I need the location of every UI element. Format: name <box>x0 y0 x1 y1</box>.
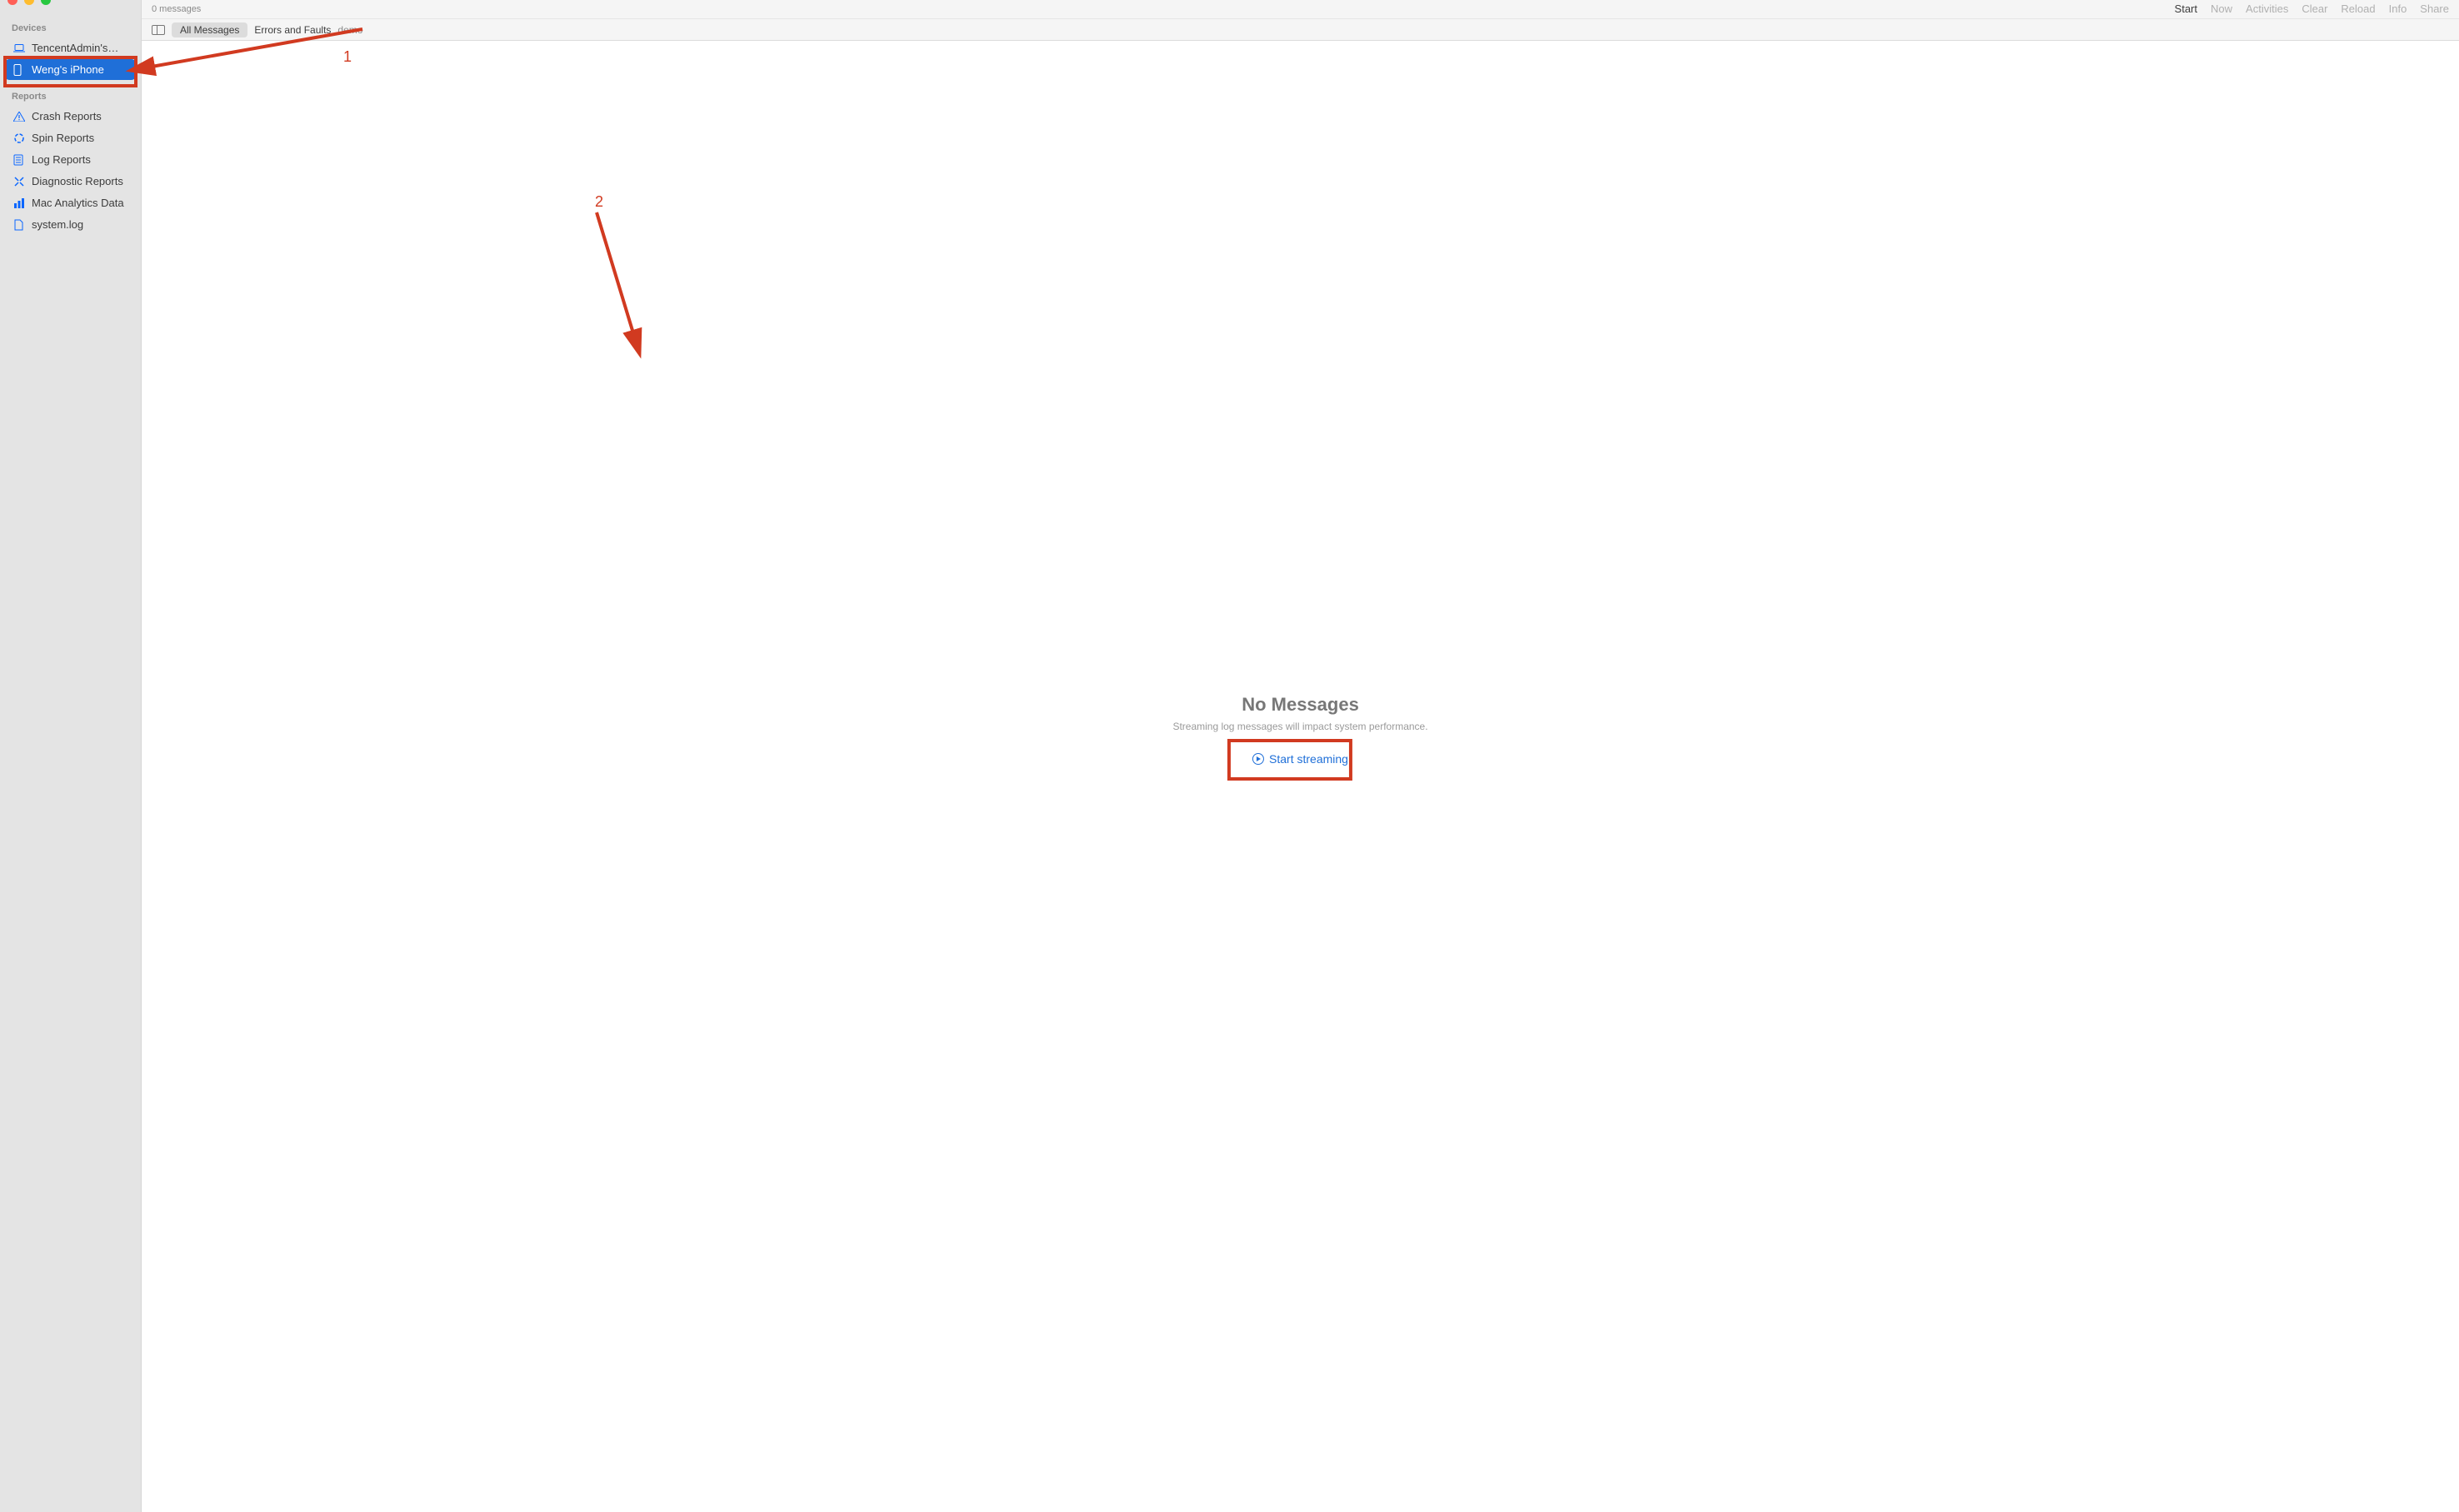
filter-bar: All Messages Errors and Faults demo <box>142 18 2459 41</box>
sidebar-item-label: Crash Reports <box>32 110 102 122</box>
titlebar: 0 messages Start Now Activities Clear Re… <box>142 0 2459 18</box>
toolbar-share-button[interactable]: Share <box>2420 2 2449 15</box>
sidebar: Devices TencentAdmin's… Weng's iPhone Re… <box>0 0 142 1512</box>
message-count-label: 0 messages <box>152 4 201 14</box>
sidebar-item-label: Diagnostic Reports <box>32 175 123 187</box>
sidebar-item-spin-reports[interactable]: Spin Reports <box>5 127 136 148</box>
toolbar-reload-button[interactable]: Reload <box>2341 2 2375 15</box>
empty-title: No Messages <box>1172 694 1427 716</box>
toolbar-clear-button[interactable]: Clear <box>2302 2 2327 15</box>
sidebar-item-mac-analytics[interactable]: Mac Analytics Data <box>5 192 136 213</box>
spinner-icon <box>13 132 25 144</box>
play-icon <box>1252 753 1264 765</box>
toolbar-activities-button[interactable]: Activities <box>2246 2 2288 15</box>
bars-icon <box>13 198 25 208</box>
content-empty-area: No Messages Streaming log messages will … <box>142 41 2459 1512</box>
sidebar-toggle-icon[interactable] <box>152 25 165 35</box>
sidebar-section-devices: Devices <box>0 18 141 37</box>
window-zoom-button[interactable] <box>41 0 51 5</box>
sidebar-item-label: system.log <box>32 218 83 231</box>
sidebar-item-label: Log Reports <box>32 153 91 166</box>
laptop-icon <box>13 44 25 52</box>
sidebar-item-diagnostic-reports[interactable]: Diagnostic Reports <box>5 171 136 192</box>
window-close-button[interactable] <box>7 0 17 5</box>
sidebar-item-crash-reports[interactable]: Crash Reports <box>5 106 136 127</box>
empty-subtitle: Streaming log messages will impact syste… <box>1172 721 1427 732</box>
search-text[interactable]: demo <box>337 24 362 36</box>
log-icon <box>13 154 25 166</box>
filter-errors-and-faults[interactable]: Errors and Faults <box>254 24 331 36</box>
sidebar-item-label: Spin Reports <box>32 132 94 144</box>
sidebar-item-log-reports[interactable]: Log Reports <box>5 149 136 170</box>
filter-all-messages[interactable]: All Messages <box>172 22 247 37</box>
sidebar-item-system-log[interactable]: system.log <box>5 214 136 235</box>
tools-icon <box>13 176 25 187</box>
sidebar-item-label: TencentAdmin's… <box>32 42 118 54</box>
window-minimize-button[interactable] <box>24 0 34 5</box>
toolbar-start-button[interactable]: Start <box>2175 2 2197 15</box>
sidebar-section-reports: Reports <box>0 87 141 105</box>
toolbar: Start Now Activities Clear Reload Info S… <box>2175 2 2449 15</box>
toolbar-info-button[interactable]: Info <box>2389 2 2407 15</box>
annotation-box-2 <box>1227 739 1352 781</box>
warning-icon <box>13 112 25 122</box>
annotation-box-1 <box>3 56 137 87</box>
sidebar-item-label: Mac Analytics Data <box>32 197 124 209</box>
toolbar-now-button[interactable]: Now <box>2211 2 2232 15</box>
file-icon <box>13 219 25 231</box>
window-controls <box>0 0 51 18</box>
